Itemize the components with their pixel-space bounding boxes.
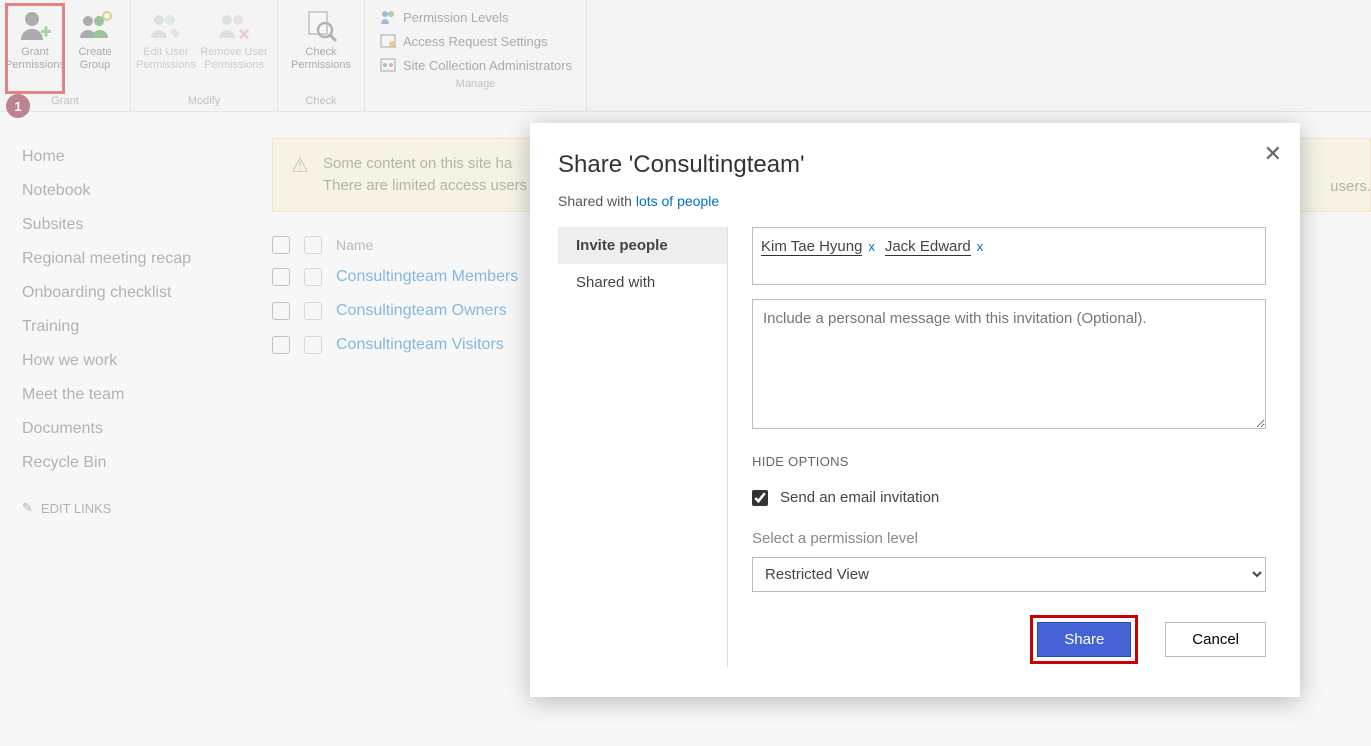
permission-level-label: Select a permission level xyxy=(752,530,1266,547)
shared-with-link[interactable]: lots of people xyxy=(636,193,719,209)
dialog-tabs: Invite people Shared with xyxy=(558,227,728,667)
remove-person-icon[interactable]: x xyxy=(868,239,875,254)
close-button[interactable]: ✕ xyxy=(1264,141,1282,167)
dialog-form: Kim Tae Hyung x Jack Edward x HIDE OPTIO… xyxy=(728,227,1266,667)
cancel-button[interactable]: Cancel xyxy=(1165,622,1266,657)
shared-with-prefix: Shared with xyxy=(558,193,636,209)
person-chip: Kim Tae Hyung xyxy=(761,238,862,256)
hide-options-toggle[interactable]: HIDE OPTIONS xyxy=(752,454,1266,469)
tab-shared-with[interactable]: Shared with xyxy=(558,264,727,301)
dialog-title: Share 'Consultingteam' xyxy=(558,151,1266,179)
tab-invite-people[interactable]: Invite people xyxy=(558,227,727,264)
personal-message-input[interactable] xyxy=(752,299,1266,429)
share-dialog: ✕ Share 'Consultingteam' Shared with lot… xyxy=(530,123,1300,697)
permission-level-select[interactable]: Restricted View xyxy=(752,557,1266,592)
share-button[interactable]: Share xyxy=(1037,622,1131,657)
person-chip: Jack Edward xyxy=(885,238,971,256)
share-button-highlight: Share xyxy=(1033,618,1135,661)
send-email-checkbox[interactable] xyxy=(752,490,768,506)
shared-with-text: Shared with lots of people xyxy=(558,193,1266,209)
send-email-checkbox-row[interactable]: Send an email invitation xyxy=(752,489,1266,506)
send-email-label: Send an email invitation xyxy=(780,489,939,506)
remove-person-icon[interactable]: x xyxy=(977,239,984,254)
people-picker[interactable]: Kim Tae Hyung x Jack Edward x xyxy=(752,227,1266,285)
